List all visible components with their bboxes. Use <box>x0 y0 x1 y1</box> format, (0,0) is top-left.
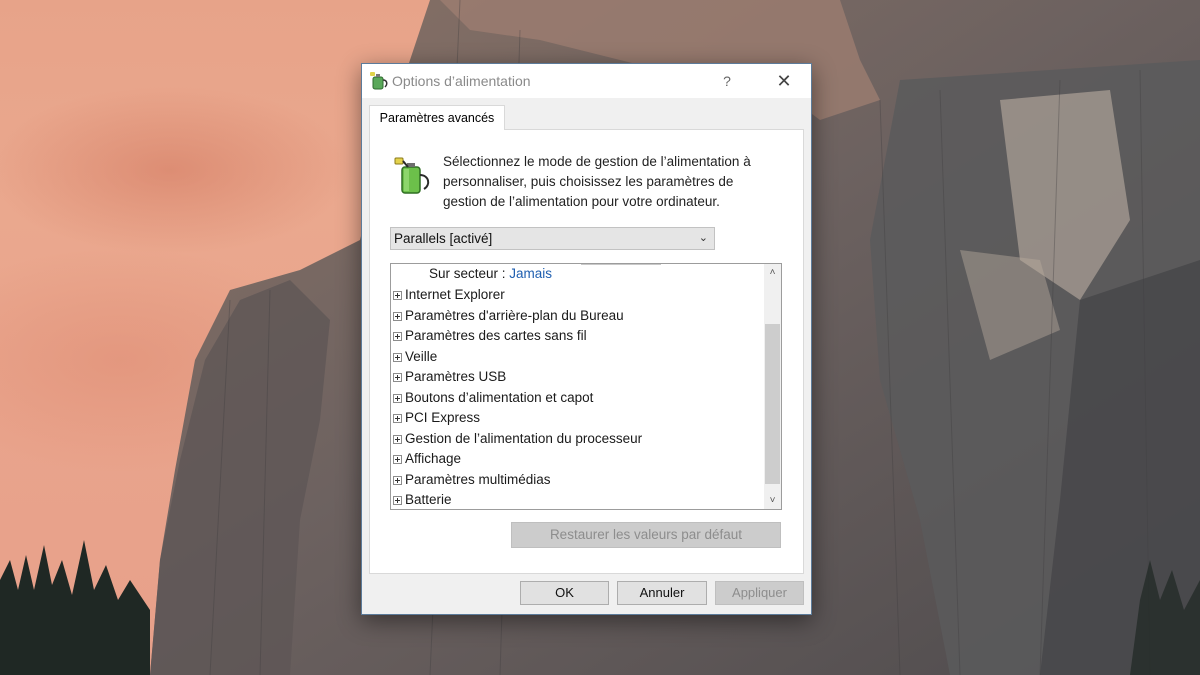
scroll-thumb[interactable] <box>765 324 780 484</box>
clipped-item-edge <box>581 264 661 265</box>
power-plan-value: Parallels [activé] <box>394 231 493 246</box>
expand-plus-icon[interactable] <box>393 393 402 403</box>
tree-item-label: Paramètres d'arrière-plan du Bureau <box>405 307 624 323</box>
ok-button[interactable]: OK <box>520 581 609 605</box>
restore-defaults-button[interactable]: Restaurer les valeurs par défaut <box>511 522 781 548</box>
tree-item-label: Veille <box>405 348 438 364</box>
chevron-down-icon: ⌄ <box>698 232 708 244</box>
tree-item-usb[interactable]: Paramètres USB <box>393 367 506 387</box>
tree-item-label: Boutons d’alimentation et capot <box>405 389 594 405</box>
power-options-dialog: Options d’alimentation ? ✕ Paramètres av… <box>361 63 812 615</box>
tree-item-label: Gestion de l’alimentation du processeur <box>405 430 643 446</box>
expand-plus-icon[interactable] <box>393 414 402 423</box>
sub-setting-label: Sur secteur : <box>429 266 506 281</box>
expand-plus-icon[interactable] <box>393 455 402 464</box>
tree-item-power-buttons-lid[interactable]: Boutons d’alimentation et capot <box>393 388 593 408</box>
window-title: Options d’alimentation <box>392 73 531 89</box>
description-line: personnaliser, puis choisissez les param… <box>443 174 734 189</box>
tree-item-label: Paramètres multimédias <box>405 471 551 487</box>
sub-setting-row[interactable]: Sur secteur : Jamais <box>429 264 552 284</box>
cancel-button[interactable]: Annuler <box>617 581 707 605</box>
apply-button[interactable]: Appliquer <box>715 581 804 605</box>
tree-item-processor-power[interactable]: Gestion de l’alimentation du processeur <box>393 429 642 449</box>
expand-plus-icon[interactable] <box>393 311 402 321</box>
tree-item-label: Paramètres des cartes sans fil <box>405 328 587 343</box>
scroll-down-arrow-icon[interactable]: ˅ <box>764 492 781 509</box>
tree-item-pci-express[interactable]: PCI Express <box>393 408 480 428</box>
help-button[interactable]: ? <box>712 70 742 92</box>
tab-advanced-settings[interactable]: Paramètres avancés <box>369 105 505 130</box>
expand-plus-icon[interactable] <box>393 291 402 300</box>
expand-plus-icon[interactable] <box>393 332 402 341</box>
expand-plus-icon[interactable] <box>393 373 402 382</box>
tree-item-label: Affichage <box>405 451 462 466</box>
tree-item-label: PCI Express <box>405 410 481 425</box>
settings-tree[interactable]: Sur secteur : Jamais Internet Explorer P… <box>390 263 782 510</box>
tree-item-wireless-adapter[interactable]: Paramètres des cartes sans fil <box>393 326 587 346</box>
tree-item-desktop-background[interactable]: Paramètres d'arrière-plan du Bureau <box>393 306 624 326</box>
description-text: Sélectionnez le mode de gestion de l’ali… <box>443 152 788 212</box>
sub-setting-value-link[interactable]: Jamais <box>509 266 552 281</box>
tree-item-label: Batterie <box>405 492 452 507</box>
tree-item-multimedia[interactable]: Paramètres multimédias <box>393 470 551 490</box>
tree-item-sleep[interactable]: Veille <box>393 347 437 367</box>
power-options-icon <box>370 72 388 90</box>
tree-item-internet-explorer[interactable]: Internet Explorer <box>393 285 505 305</box>
expand-plus-icon[interactable] <box>393 434 402 444</box>
expand-plus-icon[interactable] <box>393 496 402 505</box>
vertical-scrollbar[interactable]: ˄ ˅ <box>764 264 781 509</box>
description-line: Sélectionnez le mode de gestion de l’ali… <box>443 154 751 169</box>
expand-plus-icon[interactable] <box>393 475 402 485</box>
tree-item-display[interactable]: Affichage <box>393 449 461 469</box>
title-bar[interactable]: Options d’alimentation ? ✕ <box>362 64 811 98</box>
close-button[interactable]: ✕ <box>766 68 802 94</box>
battery-plug-icon <box>394 157 430 194</box>
description-line: gestion de l’alimentation pour votre ord… <box>443 194 720 209</box>
tree-item-label: Paramètres USB <box>405 369 507 384</box>
expand-plus-icon[interactable] <box>393 352 402 362</box>
power-plan-select[interactable]: Parallels [activé] ⌄ <box>390 227 715 250</box>
tree-item-battery[interactable]: Batterie <box>393 490 452 509</box>
advanced-settings-panel: Sélectionnez le mode de gestion de l’ali… <box>369 129 804 574</box>
scroll-up-arrow-icon[interactable]: ˄ <box>764 264 781 281</box>
tree-item-label: Internet Explorer <box>405 287 505 302</box>
